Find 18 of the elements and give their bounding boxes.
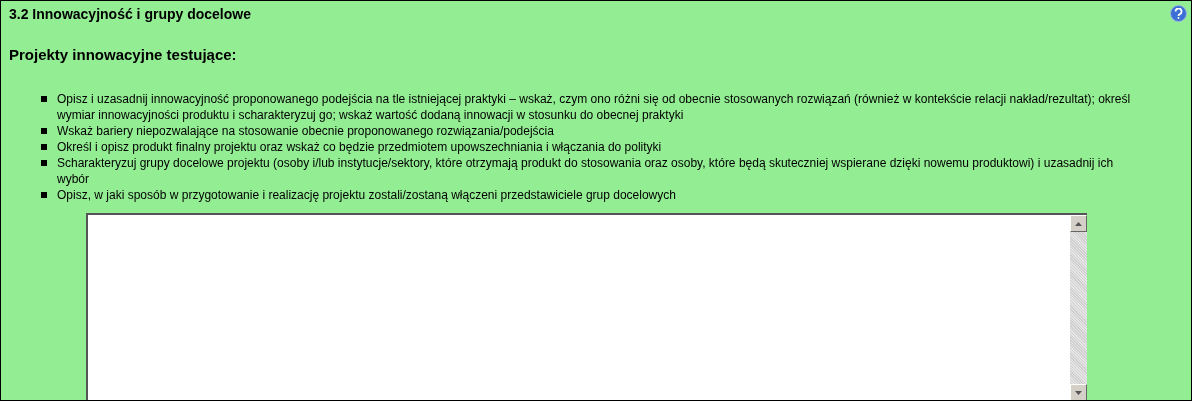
bullet-icon: [41, 144, 47, 150]
instruction-text: Określ i opisz produkt finalny projektu oraz wskaż co będzie przedmiotem upowszechniania i włączania do polityki: [57, 139, 662, 155]
bullet-icon: [41, 128, 47, 134]
bullet-icon: [41, 96, 47, 102]
down-triangle-icon: [1075, 390, 1082, 395]
up-triangle-icon: [1075, 221, 1082, 226]
bullet-icon: [41, 192, 47, 198]
instruction-text: Opisz, w jaki sposób w przygotowanie i realizację projektu zostali/zostaną włączeni przedstawiciele grup docelowych: [57, 187, 676, 203]
instruction-text: Opisz i uzasadnij innowacyjność proponowanego podejścia na tle istniejącej praktyki – wskaż, czym ono różni się od obecnie stosowanych rozwiązań (również w kontekście relacji nakład/rezultat); określ wymiar innowacyjności produktu i scharakteryzuj go; wskaż wartość dodaną innowacji w stosunku do obecnej praktyki: [57, 91, 1132, 123]
instruction-text: Scharakteryzuj grupy docelowe projektu (osoby i/lub instytucje/sektory, które otrzymają produkt do stosowania oraz osoby, które będą skuteczniej wspierane dzięki nowemu produktowi) i uzasadnij ich wybór: [57, 155, 1115, 187]
scroll-up-button[interactable]: [1070, 215, 1087, 232]
section-title: 3.2 Innowacyjność i grupy docelowe: [9, 5, 251, 23]
help-icon[interactable]: [1170, 5, 1187, 22]
instruction-text: Wskaż bariery niepozwalające na stosowanie obecnie proponowanego rozwiązania/podejścia: [57, 123, 554, 139]
scrollbar[interactable]: [1070, 215, 1087, 400]
section-heading: Projekty innowacyjne testujące:: [9, 46, 237, 63]
scroll-down-button[interactable]: [1070, 384, 1087, 400]
bullet-icon: [41, 160, 47, 166]
